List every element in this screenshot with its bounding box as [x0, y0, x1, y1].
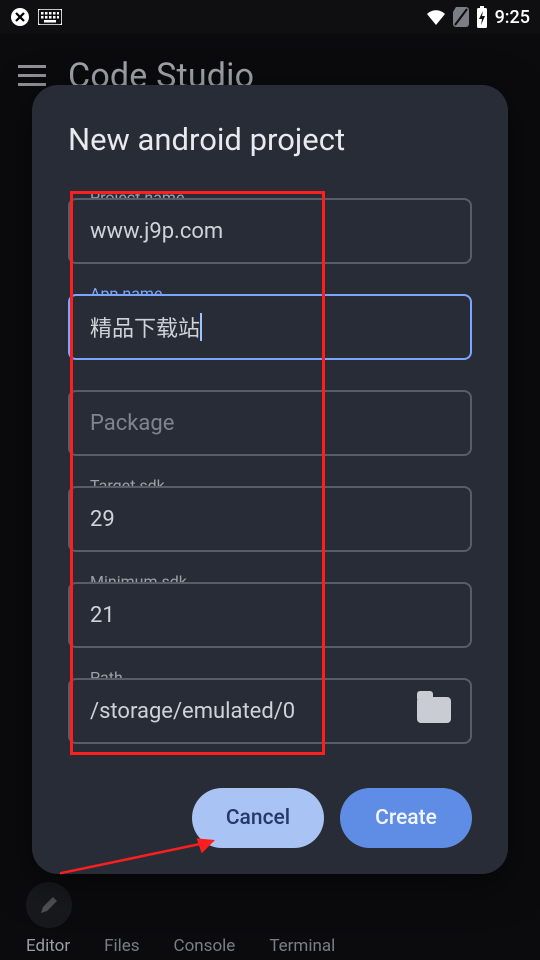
keyboard-icon — [38, 9, 62, 25]
new-project-dialog: New android project Project name www.j9p… — [32, 85, 508, 874]
text-caret — [200, 313, 202, 341]
package-field[interactable]: Package — [68, 380, 472, 456]
app-name-value: 精品下载站 — [90, 311, 200, 343]
cancel-button[interactable]: Cancel — [192, 788, 324, 848]
app-name-field[interactable]: App name 精品下载站 — [68, 284, 472, 360]
project-name-value: www.j9p.com — [90, 219, 223, 244]
path-field[interactable]: Path /storage/emulated/0 — [68, 668, 472, 744]
browse-folder-button[interactable] — [412, 690, 456, 730]
status-time: 9:25 — [495, 7, 530, 28]
minimum-sdk-field[interactable]: Minimum sdk 21 — [68, 572, 472, 648]
package-placeholder: Package — [90, 411, 174, 436]
wifi-icon — [425, 8, 447, 26]
dialog-title: New android project — [68, 121, 472, 158]
target-sdk-field[interactable]: Target sdk 29 — [68, 476, 472, 552]
minimum-sdk-value: 21 — [90, 603, 115, 628]
create-button[interactable]: Create — [340, 788, 472, 848]
project-name-field[interactable]: Project name www.j9p.com — [68, 188, 472, 264]
status-bar: 9:25 — [0, 0, 540, 34]
target-sdk-value: 29 — [90, 507, 115, 532]
path-value: /storage/emulated/0 — [90, 699, 295, 724]
folder-icon — [417, 697, 451, 723]
no-sim-icon — [453, 7, 469, 27]
close-circle-icon — [10, 7, 30, 27]
battery-charging-icon — [475, 6, 489, 28]
